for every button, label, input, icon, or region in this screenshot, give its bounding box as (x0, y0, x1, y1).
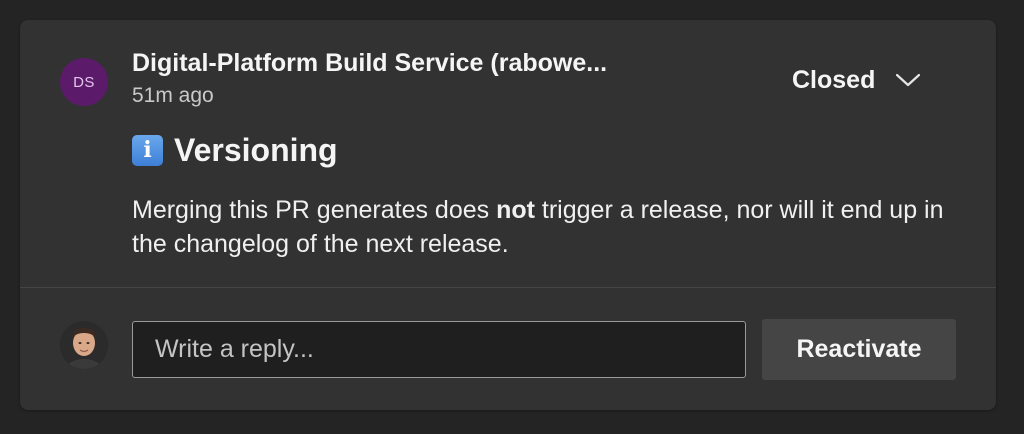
reactivate-button[interactable]: Reactivate (762, 319, 956, 380)
message-text-start: Merging this PR generates does (132, 196, 497, 224)
thread-status-label: Closed (792, 65, 876, 94)
chevron-down-icon (895, 72, 921, 88)
comment-message: Merging this PR generates does not trigg… (132, 193, 972, 261)
message-text-bold: not (496, 196, 535, 224)
divider (20, 287, 996, 288)
author-name: Digital-Platform Build Service (rabowe..… (132, 49, 608, 77)
reply-input[interactable] (132, 321, 746, 378)
comment-timestamp[interactable]: 51m ago (132, 84, 214, 108)
thread-status-dropdown[interactable]: Closed (792, 64, 921, 96)
current-user-avatar (60, 321, 108, 369)
author-avatar: DS (60, 58, 108, 106)
comment-heading: i Versioning (132, 132, 338, 168)
comment-heading-text: Versioning (174, 131, 338, 168)
info-icon: i (132, 134, 163, 166)
comment-thread-card: DS Digital-Platform Build Service (rabow… (20, 20, 996, 410)
author-initials: DS (73, 73, 95, 91)
